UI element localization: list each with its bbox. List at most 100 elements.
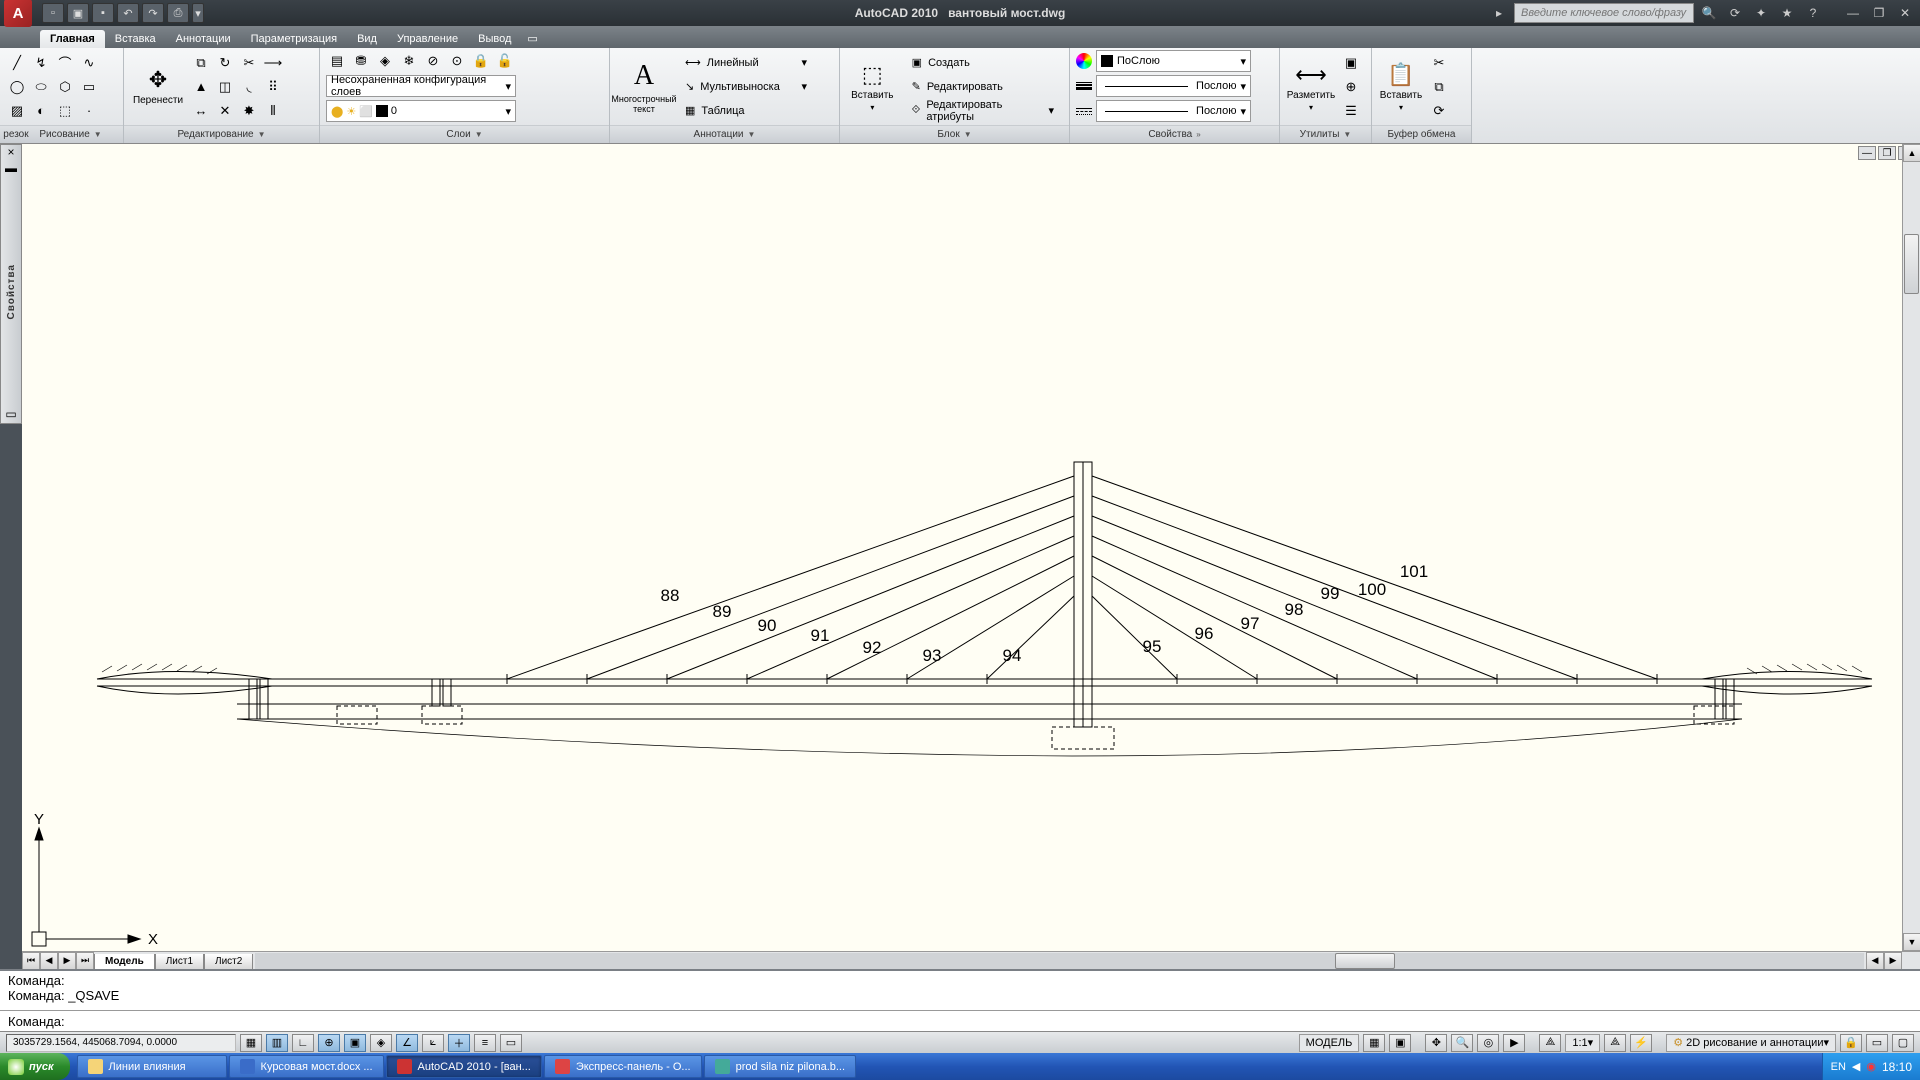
ducs-toggle[interactable]: ⟀ xyxy=(422,1034,444,1052)
close-button[interactable]: ✕ xyxy=(1894,3,1916,23)
taskbar-item[interactable]: AutoCAD 2010 - [ван... xyxy=(386,1055,542,1078)
stretch-icon[interactable]: ↔ xyxy=(190,100,212,122)
linear-dim-button[interactable]: ⟷Линейный▾ xyxy=(676,52,816,74)
comm-icon[interactable]: ✦ xyxy=(1750,3,1772,23)
snap-toggle[interactable]: ▦ xyxy=(240,1034,262,1052)
point-icon[interactable]: · xyxy=(78,100,100,122)
linetype-combo[interactable]: Послою▾ xyxy=(1096,100,1251,122)
layer-on-icon[interactable]: ⊙ xyxy=(446,50,468,72)
osnap-toggle[interactable]: ▣ xyxy=(344,1034,366,1052)
quickview-layouts-icon[interactable]: ▦ xyxy=(1363,1034,1385,1052)
match-icon[interactable]: ⟳ xyxy=(1428,100,1450,122)
lwt-toggle[interactable]: ≡ xyxy=(474,1034,496,1052)
search-input[interactable] xyxy=(1514,3,1694,23)
hatch-icon[interactable]: ▨ xyxy=(6,100,28,122)
explode-icon[interactable]: ✸ xyxy=(238,100,260,122)
qat-redo-icon[interactable]: ↷ xyxy=(142,3,164,23)
tab-insert[interactable]: Вставка xyxy=(105,30,166,48)
chevron-down-icon[interactable]: ▼ xyxy=(964,130,972,139)
chevron-down-icon[interactable]: » xyxy=(1196,130,1200,139)
showmotion-icon[interactable]: ▶ xyxy=(1503,1034,1525,1052)
layout-tab-1[interactable]: Лист1 xyxy=(155,954,204,970)
tab-next-icon[interactable]: ▶ xyxy=(58,952,76,970)
annoauto-icon[interactable]: ⚡ xyxy=(1630,1034,1652,1052)
util2-icon[interactable]: ⊕ xyxy=(1340,76,1362,98)
chevron-down-icon[interactable]: ▼ xyxy=(475,130,483,139)
qat-save-icon[interactable]: ▪ xyxy=(92,3,114,23)
annotation-scale[interactable]: 1:1 ▾ xyxy=(1565,1034,1600,1052)
ellipse-icon[interactable]: ⬭ xyxy=(30,76,52,98)
polar-toggle[interactable]: ⊕ xyxy=(318,1034,340,1052)
infocenter-arrow-icon[interactable]: ▸ xyxy=(1488,3,1510,23)
taskbar-item[interactable]: Курсовая мост.docx ... xyxy=(229,1055,384,1078)
palette-close-icon[interactable]: × xyxy=(7,145,14,161)
polygon-icon[interactable]: ⬡ xyxy=(54,76,76,98)
taskbar-item[interactable]: Линии влияния xyxy=(77,1055,227,1078)
circle-icon[interactable]: ◯ xyxy=(6,76,28,98)
restore-button[interactable]: ❐ xyxy=(1868,3,1890,23)
ortho-toggle[interactable]: ∟ xyxy=(292,1034,314,1052)
qat-dropdown-icon[interactable]: ▾ xyxy=(192,3,204,23)
dyn-toggle[interactable]: ＋ xyxy=(448,1034,470,1052)
palette-menu-icon[interactable]: ▭ xyxy=(5,407,16,423)
line-icon[interactable]: ╱ xyxy=(6,52,28,74)
taskbar-item[interactable]: Экспресс-панель - О... xyxy=(544,1055,702,1078)
gradient-icon[interactable]: ◐ xyxy=(30,100,52,122)
canvas-vscrollbar[interactable]: ▲ ▼ xyxy=(1902,144,1920,951)
layer-lock-icon[interactable]: 🔒 xyxy=(470,50,492,72)
offset-icon[interactable]: ⫴ xyxy=(262,100,284,122)
fillet-icon[interactable]: ◟ xyxy=(238,76,260,98)
rectangle-icon[interactable]: ▭ xyxy=(78,76,100,98)
extend-icon[interactable]: ⟶ xyxy=(262,52,284,74)
tab-parametric[interactable]: Параметризация xyxy=(241,30,347,48)
favorites-icon[interactable]: ★ xyxy=(1776,3,1798,23)
grid-toggle[interactable]: ▥ xyxy=(266,1034,288,1052)
annoscale-icon[interactable]: ⟁ xyxy=(1539,1034,1561,1052)
start-button[interactable]: пуск xyxy=(0,1053,70,1080)
tray-icon-1[interactable]: ◀ xyxy=(1852,1060,1860,1073)
layer-current-combo[interactable]: ⬤ ☀ ⬜ 0▾ xyxy=(326,100,516,122)
tab-prev-icon[interactable]: ◀ xyxy=(40,952,58,970)
tab-first-icon[interactable]: ⏮ xyxy=(22,952,40,970)
properties-palette[interactable]: × ▬ Свойства ▭ xyxy=(0,144,22,424)
clean-screen-icon[interactable]: ▢ xyxy=(1892,1034,1914,1052)
block-insert-button[interactable]: ⬚Вставить▾ xyxy=(846,51,899,123)
qat-print-icon[interactable]: ⎙ xyxy=(167,3,189,23)
annovis-icon[interactable]: ⟁ xyxy=(1604,1034,1626,1052)
mtext-button[interactable]: AМногострочный текст xyxy=(616,51,672,123)
command-line[interactable]: Команда: xyxy=(0,1011,1920,1031)
tab-last-icon[interactable]: ⏭ xyxy=(76,952,94,970)
tab-view[interactable]: Вид xyxy=(347,30,387,48)
hardware-accel-icon[interactable]: ▭ xyxy=(1866,1034,1888,1052)
measure-button[interactable]: ⟷Разметить▾ xyxy=(1286,51,1336,123)
layer-iso-icon[interactable]: ◈ xyxy=(374,50,396,72)
trim-icon[interactable]: ✂ xyxy=(238,52,260,74)
vscroll-thumb[interactable] xyxy=(1904,234,1919,294)
arc-icon[interactable]: ⌒ xyxy=(54,52,76,74)
scale-icon[interactable]: ◫ xyxy=(214,76,236,98)
region-icon[interactable]: ⬚ xyxy=(54,100,76,122)
tab-annotate[interactable]: Аннотации xyxy=(166,30,241,48)
3dosnap-toggle[interactable]: ◈ xyxy=(370,1034,392,1052)
util3-icon[interactable]: ☰ xyxy=(1340,100,1362,122)
layer-states-icon[interactable]: ⛃ xyxy=(350,50,372,72)
minimize-button[interactable]: — xyxy=(1842,3,1864,23)
layout-tab-model[interactable]: Модель xyxy=(94,954,155,970)
scroll-left-icon[interactable]: ◀ xyxy=(1866,952,1884,970)
scroll-right-icon[interactable]: ▶ xyxy=(1884,952,1902,970)
qat-open-icon[interactable]: ▣ xyxy=(67,3,89,23)
copy-clip-icon[interactable]: ⧉ xyxy=(1428,76,1450,98)
steering-icon[interactable]: ◎ xyxy=(1477,1034,1499,1052)
chevron-down-icon[interactable]: ▼ xyxy=(258,130,266,139)
color-combo[interactable]: ПоСлою▾ xyxy=(1096,50,1251,72)
block-editattr-button[interactable]: ⟐Редактировать атрибуты▾ xyxy=(903,100,1063,122)
layer-props-icon[interactable]: ▤ xyxy=(326,50,348,72)
polyline-icon[interactable]: ↯ xyxy=(30,52,52,74)
clock[interactable]: 18:10 xyxy=(1882,1060,1912,1074)
qat-undo-icon[interactable]: ↶ xyxy=(117,3,139,23)
block-create-button[interactable]: ▣Создать xyxy=(903,52,1063,74)
layer-state-combo[interactable]: Несохраненная конфигурация слоев▾ xyxy=(326,75,516,97)
pan-icon[interactable]: ✥ xyxy=(1425,1034,1447,1052)
qat-new-icon[interactable]: ▫ xyxy=(42,3,64,23)
table-button[interactable]: ▦Таблица xyxy=(676,100,816,122)
